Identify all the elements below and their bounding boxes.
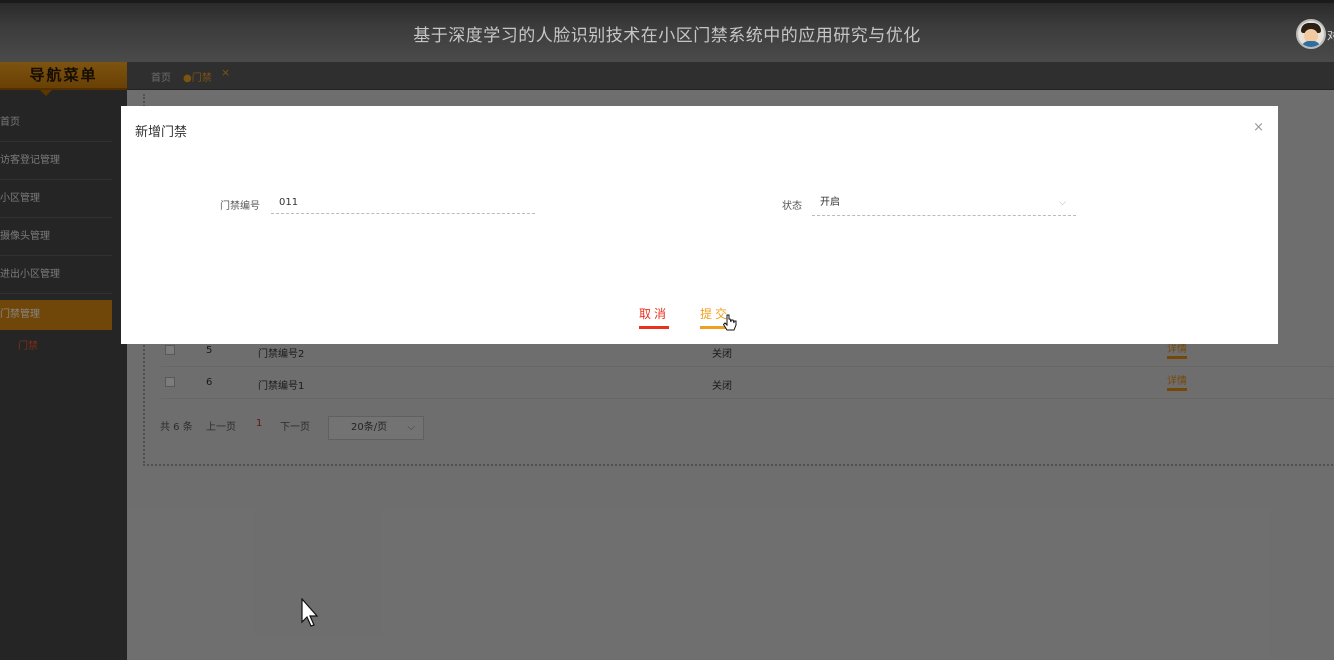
status-select[interactable]: 开启 ⌵ [812,194,1076,216]
top-header: 基于深度学习的人脸识别技术在小区门禁系统中的应用研究与优化 对 [0,0,1334,62]
system-title: 基于深度学习的人脸识别技术在小区门禁系统中的应用研究与优化 [413,26,921,46]
pointer-cursor-icon [301,598,319,627]
add-access-dialog: 新增门禁 × 门禁编号 状态 开启 ⌵ 取消 提交 [121,106,1278,344]
cancel-button[interactable]: 取消 [639,305,670,329]
access-code-input[interactable] [271,192,535,214]
avatar-body [1301,41,1321,47]
user-name[interactable]: 对 [1327,27,1334,43]
dialog-title: 新增门禁 [135,125,188,140]
status-label: 状态 [782,201,802,212]
status-select-value: 开启 [820,197,840,208]
hand-cursor-icon [722,314,737,331]
close-icon[interactable]: × [1253,120,1264,135]
chevron-down-icon: ⌵ [1059,198,1066,208]
access-code-label: 门禁编号 [220,201,260,212]
user-avatar[interactable] [1296,19,1326,49]
